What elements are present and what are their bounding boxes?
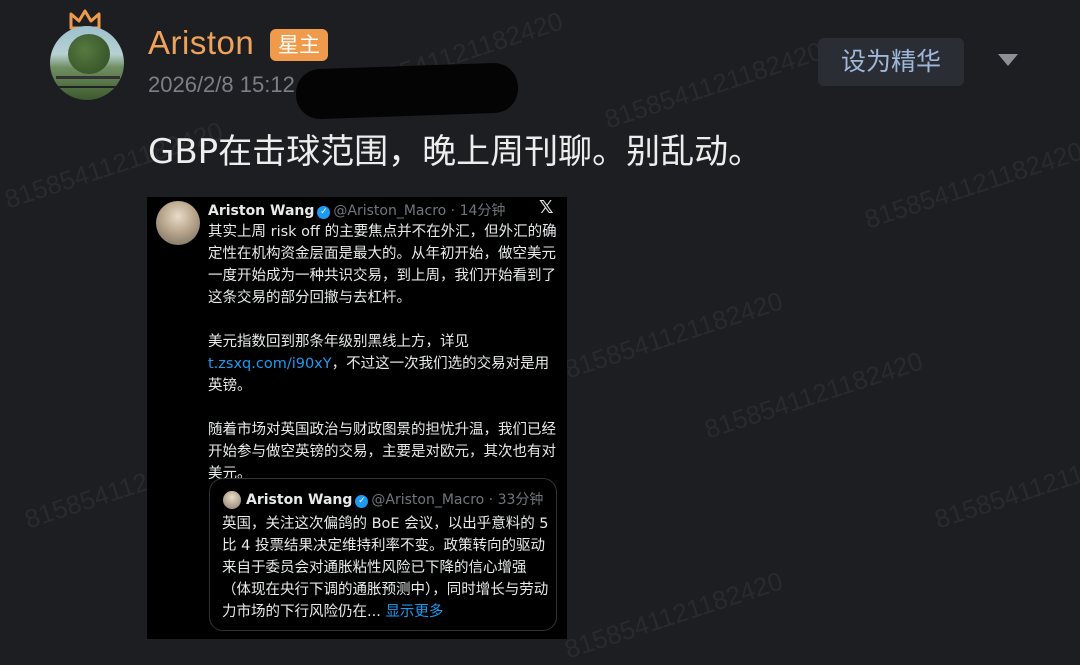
tweet-paragraph: 随着市场对英国政治与财政图景的担忧升温，我们已经开始参与做空英镑的交易，主要是对…: [208, 422, 556, 482]
quoted-tweet[interactable]: Ariston Wang ✓ @Ariston_Macro · 33分钟 英国，关注…: [209, 478, 557, 631]
set-featured-button[interactable]: 设为精华: [818, 38, 964, 86]
post-timestamp: 2026/2/8 15:12: [148, 72, 295, 97]
tweet-paragraph: 美元指数回到那条年级别黑线上方，详见t.zsxq.com/i90xY，不过这一次…: [208, 331, 560, 397]
x-logo-icon: 𝕏: [539, 197, 554, 218]
watermark: 8158541121182420: [560, 565, 787, 665]
watermark: 8158541121182420: [700, 345, 927, 445]
tweet-link[interactable]: t.zsxq.com/i90xY: [208, 356, 332, 372]
quote-author-name: Ariston Wang: [246, 492, 353, 508]
tweet-paragraph: 其实上周 risk off 的主要焦点并不在外汇，但外汇的确定性在机构资金层面是…: [208, 224, 557, 306]
quote-header: Ariston Wang ✓ @Ariston_Macro · 33分钟: [246, 489, 543, 509]
show-more-link[interactable]: 显示更多: [385, 604, 443, 620]
tweet-author-name: Ariston Wang: [208, 203, 315, 219]
redaction-mark: [295, 62, 519, 120]
avatar[interactable]: [50, 26, 124, 100]
tweet-text: 美元指数回到那条年级别黑线上方，详见: [208, 334, 469, 350]
tweet-avatar: [156, 201, 200, 245]
username[interactable]: Ariston: [148, 24, 254, 62]
watermark: 8158541121182420: [860, 135, 1080, 235]
quote-handle-time: @Ariston_Macro · 33分钟: [371, 492, 544, 508]
verified-icon: ✓: [355, 495, 369, 508]
owner-badge: 星主: [270, 29, 328, 61]
watermark: 8158541121182420: [560, 285, 787, 385]
tweet-header: Ariston Wang ✓ @Ariston_Macro · 14分钟: [208, 200, 505, 220]
tweet-handle-time: @Ariston_Macro · 14分钟: [333, 203, 506, 219]
watermark: 8158541121182420: [600, 35, 827, 135]
watermark: 8158541121182420: [930, 435, 1080, 535]
quote-avatar: [223, 491, 241, 509]
post-text: GBP在击球范围，晚上周刊聊。别乱动。: [148, 132, 763, 172]
verified-icon: ✓: [317, 206, 331, 219]
dropdown-caret-icon[interactable]: [998, 54, 1018, 66]
tweet-screenshot[interactable]: Ariston Wang ✓ @Ariston_Macro · 14分钟 𝕏 其实上…: [147, 197, 567, 639]
quote-body: 英国，关注这次偏鸽的 BoE 会议，以出乎意料的 5 比 4 投票结果决定维持利…: [222, 513, 552, 623]
tweet-body: 其实上周 risk off 的主要焦点并不在外汇，但外汇的确定性在机构资金层面是…: [208, 221, 560, 507]
